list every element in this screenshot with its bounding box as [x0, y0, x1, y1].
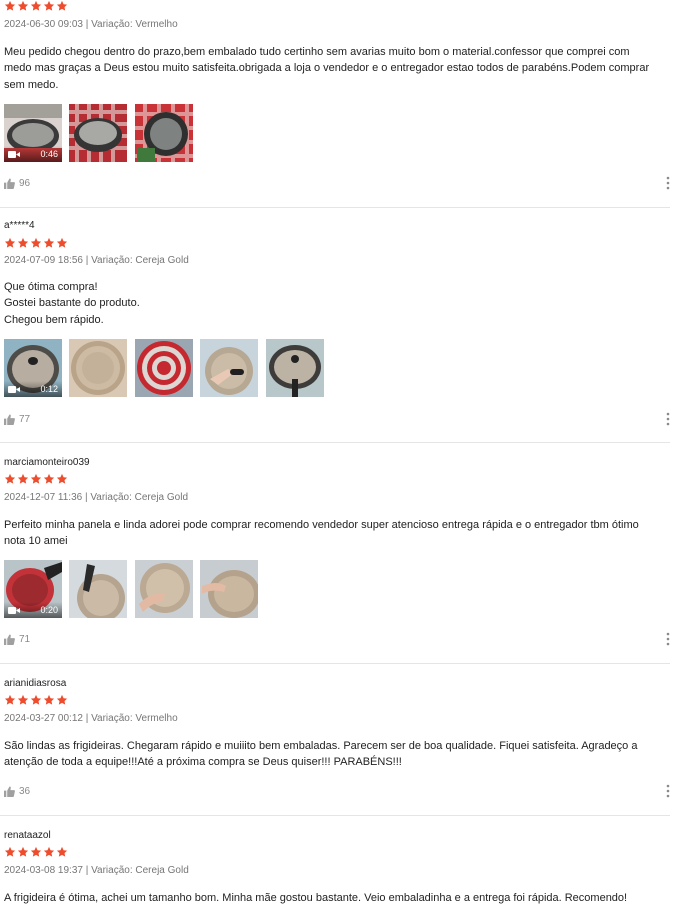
video-camera-icon	[8, 151, 20, 158]
rating-stars	[4, 0, 68, 12]
like-button[interactable]: 71	[4, 632, 30, 646]
rating-stars	[4, 237, 68, 249]
star-icon	[30, 237, 42, 248]
review-text: Que ótima compra! Gostei bastante do pro…	[4, 279, 654, 328]
star-icon	[4, 237, 16, 248]
star-icon	[43, 473, 55, 484]
thumbs-up-icon	[4, 177, 15, 189]
like-count: 71	[19, 633, 31, 645]
review-text: A frigideira é ótima, achei um tamanho b…	[4, 890, 654, 906]
rating-stars	[4, 846, 68, 858]
review-image-thumbnail[interactable]	[266, 339, 324, 397]
more-vertical-icon[interactable]	[666, 412, 670, 426]
star-icon	[43, 0, 55, 11]
review-video-thumbnail[interactable]: 0:12	[4, 339, 62, 397]
review-item: marciamonteiro039 2024-12-07 11:36 | Var…	[0, 443, 670, 664]
review-video-thumbnail[interactable]: 0:20	[4, 560, 62, 618]
video-duration: 0:46	[40, 149, 58, 159]
review-image-thumbnail[interactable]	[69, 560, 127, 618]
review-text-line: São lindas as frigideiras. Chegaram rápi…	[4, 740, 638, 769]
star-icon	[56, 846, 68, 857]
more-vertical-icon[interactable]	[666, 784, 670, 798]
star-icon	[17, 846, 29, 857]
star-icon	[30, 694, 42, 705]
like-count: 96	[19, 177, 31, 189]
reviewer-username: marciamonteiro039	[4, 457, 90, 468]
star-icon	[43, 846, 55, 857]
star-icon	[4, 846, 16, 857]
star-icon	[17, 473, 29, 484]
review-image-thumbnail[interactable]	[135, 339, 193, 397]
more-vertical-icon[interactable]	[666, 176, 670, 190]
review-image-thumbnail[interactable]	[200, 560, 258, 618]
star-icon	[4, 473, 16, 484]
review-image-thumbnail[interactable]	[135, 104, 193, 162]
review-meta: 2024-06-30 09:03 | Variação: Vermelho	[4, 19, 178, 30]
star-icon	[17, 0, 29, 11]
star-icon	[56, 473, 68, 484]
like-button[interactable]: 77	[4, 412, 30, 426]
review-image-thumbnail[interactable]	[135, 560, 193, 618]
rating-stars	[4, 473, 68, 485]
review-text: São lindas as frigideiras. Chegaram rápi…	[4, 738, 654, 771]
review-item: arianidiasrosa 2024-03-27 00:12 | Variaç…	[0, 664, 670, 816]
review-meta: 2024-03-27 00:12 | Variação: Vermelho	[4, 713, 178, 724]
review-text: Meu pedido chegou dentro do prazo,bem em…	[4, 44, 654, 93]
star-icon	[30, 0, 42, 11]
star-icon	[30, 846, 42, 857]
like-button[interactable]: 96	[4, 176, 30, 190]
star-icon	[17, 237, 29, 248]
video-duration: 0:12	[40, 384, 58, 394]
review-text-line: Perfeito minha panela e linda adorei pod…	[4, 519, 639, 548]
more-vertical-icon[interactable]	[666, 632, 670, 646]
star-icon	[4, 0, 16, 11]
like-count: 36	[19, 785, 31, 797]
star-icon	[4, 694, 16, 705]
thumbs-up-icon	[4, 633, 15, 645]
star-icon	[43, 694, 55, 705]
like-count: 77	[19, 413, 31, 425]
review-item: 2024-06-30 09:03 | Variação: Vermelho Me…	[0, 0, 670, 208]
reviewer-username: renataazol	[4, 830, 51, 841]
reviewer-username: arianidiasrosa	[4, 678, 67, 689]
review-text-line: Que ótima compra!	[4, 281, 98, 293]
review-text-line: Chegou bem rápido.	[4, 313, 104, 326]
rating-stars	[4, 694, 68, 706]
like-button[interactable]: 36	[4, 784, 30, 798]
star-icon	[43, 237, 55, 248]
review-video-thumbnail[interactable]: 0:46	[4, 104, 62, 162]
video-camera-icon	[8, 607, 20, 614]
review-meta: 2024-07-09 18:56 | Variação: Cereja Gold	[4, 255, 189, 266]
review-item: renataazol 2024-03-08 19:37 | Variação: …	[0, 816, 670, 907]
video-duration: 0:20	[40, 605, 58, 615]
review-item: a*****4 2024-07-09 18:56 | Variação: Cer…	[0, 208, 670, 443]
star-icon	[56, 237, 68, 248]
video-camera-icon	[8, 386, 20, 393]
star-icon	[17, 694, 29, 705]
review-meta: 2024-03-08 19:37 | Variação: Cereja Gold	[4, 865, 189, 876]
review-text-line: A frigideira é ótima, achei um tamanho b…	[4, 892, 628, 904]
review-text: Perfeito minha panela e linda adorei pod…	[4, 517, 654, 550]
thumbs-up-icon	[4, 785, 15, 797]
star-icon	[56, 694, 68, 705]
thumbs-up-icon	[4, 413, 15, 425]
review-text-line: Gostei bastante do produto.	[4, 297, 140, 310]
reviewer-username: a*****4	[4, 220, 35, 231]
review-image-thumbnail[interactable]	[200, 339, 258, 397]
review-text-line: Meu pedido chegou dentro do prazo,bem em…	[4, 46, 650, 91]
star-icon	[56, 0, 68, 11]
star-icon	[30, 473, 42, 484]
review-image-thumbnail[interactable]	[69, 339, 127, 397]
review-image-thumbnail[interactable]	[69, 104, 127, 162]
review-meta: 2024-12-07 11:36 | Variação: Cereja Gold	[4, 492, 189, 503]
